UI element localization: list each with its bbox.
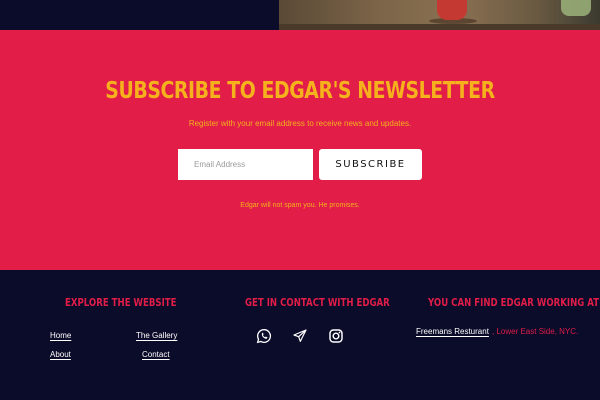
contact-heading: GET IN CONTACT WITH EDGAR [245, 296, 390, 309]
newsletter-section: SUBSCRIBE TO EDGAR'S NEWSLETTER Register… [0, 30, 600, 270]
site-footer: EXPLORE THE WEBSITE Home The Gallery Abo… [0, 270, 600, 400]
location-heading: YOU CAN FIND EDGAR WORKING AT [428, 296, 600, 309]
footer-link-gallery[interactable]: The Gallery [136, 331, 177, 340]
footer-link-contact[interactable]: Contact [142, 350, 170, 359]
hero-photo [279, 0, 600, 30]
whatsapp-icon[interactable] [256, 328, 272, 344]
instagram-icon[interactable] [328, 328, 344, 344]
footer-link-about[interactable]: About [50, 350, 71, 359]
footer-link-home[interactable]: Home [50, 331, 71, 340]
newsletter-subtitle: Register with your email address to rece… [188, 119, 412, 128]
newsletter-title: SUBSCRIBE TO EDGAR'S NEWSLETTER [105, 78, 495, 104]
subscribe-button[interactable]: SUBSCRIBE [319, 149, 422, 180]
restaurant-link[interactable]: Freemans Resturant [416, 327, 489, 336]
email-input[interactable] [178, 149, 313, 180]
send-icon[interactable] [292, 328, 308, 344]
explore-heading: EXPLORE THE WEBSITE [65, 296, 177, 309]
newsletter-note: Edgar will not spam you. He promises. [240, 202, 360, 209]
photo-green-glass [561, 0, 591, 16]
photo-red-cup [437, 0, 467, 20]
restaurant-area: , Lower East Side, NYC. [492, 327, 579, 336]
